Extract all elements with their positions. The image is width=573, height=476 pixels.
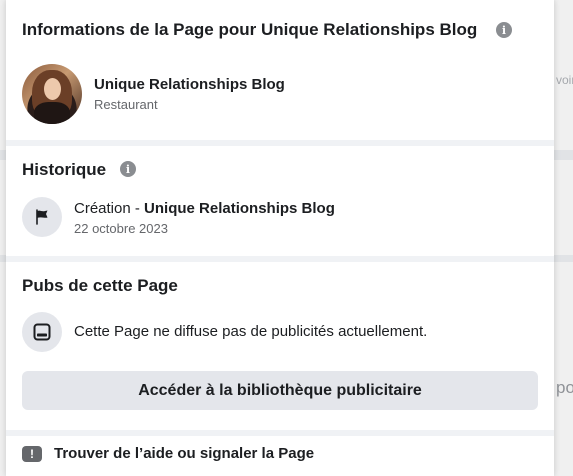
ads-status-text: Cette Page ne diffuse pas de publicités … [74,323,428,340]
flag-icon [22,197,62,237]
page-transparency-panel: Informations de la Page pour Unique Rela… [6,0,554,476]
history-event-name: Unique Relationships Blog [144,200,335,217]
exclamation-icon: ! [22,446,42,462]
page-info-title: Informations de la Page pour Unique Rela… [22,20,478,39]
page-name[interactable]: Unique Relationships Blog [94,76,285,93]
ad-icon [22,312,62,352]
page-category: Restaurant [94,97,158,112]
page-avatar[interactable] [22,64,82,124]
history-section: Historique i Création - Unique Relations… [6,146,554,256]
ads-section: Pubs de cette Page Cette Page ne diffuse… [6,262,554,430]
history-event-prefix: Création - [74,200,145,217]
ad-library-button[interactable]: Accéder à la bibliothèque publicitaire [22,371,538,410]
history-event: Création - Unique Relationships Blog [74,200,335,217]
help-section[interactable]: ! Trouver de l’aide ou signaler la Page [6,436,554,476]
info-icon[interactable]: i [120,161,136,177]
history-event-date: 22 octobre 2023 [74,221,168,236]
help-report-link[interactable]: Trouver de l’aide ou signaler la Page [54,445,314,462]
ads-title: Pubs de cette Page [22,276,178,295]
info-icon[interactable]: i [496,22,512,38]
history-title: Historique [22,160,107,179]
page-info-section: Informations de la Page pour Unique Rela… [6,0,554,140]
